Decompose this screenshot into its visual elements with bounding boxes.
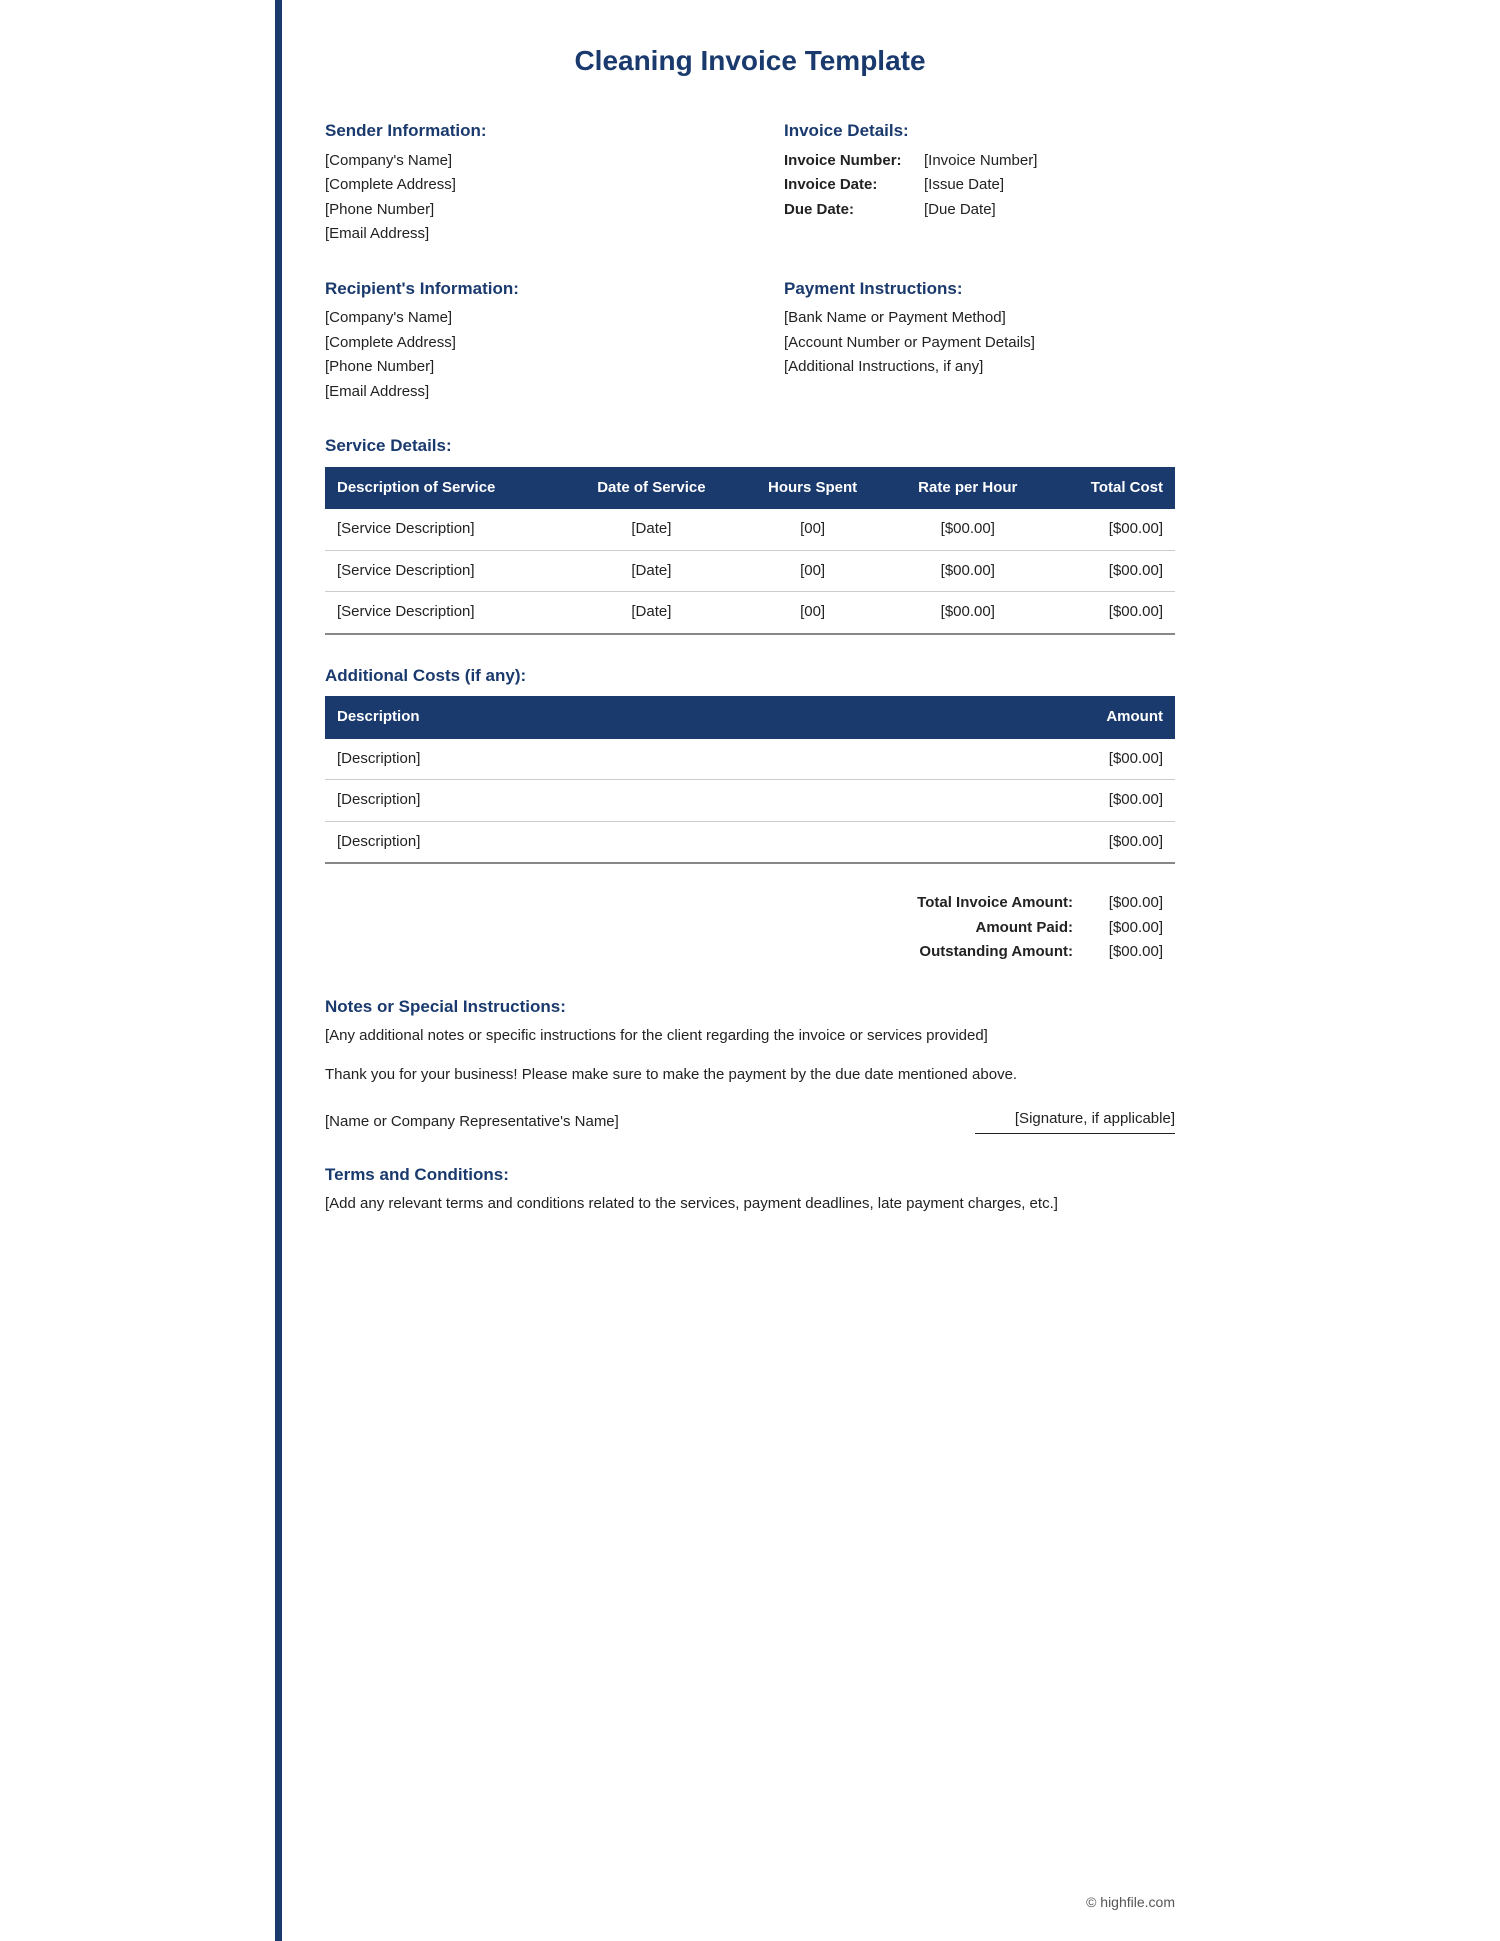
table-row: [Service Description] [Date] [00] [$00.0… [325, 509, 1175, 550]
total-invoice-value: [$00.00] [1093, 892, 1163, 915]
service-row2-rate: [$00.00] [887, 550, 1049, 592]
table-row: [Description] [$00.00] [325, 780, 1175, 822]
payment-bank: [Bank Name or Payment Method] [784, 307, 1175, 330]
service-row1-rate: [$00.00] [887, 509, 1049, 550]
notes-text: [Any additional notes or specific instru… [325, 1025, 1175, 1048]
service-col-description: Description of Service [325, 467, 564, 510]
invoice-details-heading: Invoice Details: [784, 118, 1175, 144]
total-invoice-label: Total Invoice Amount: [843, 892, 1073, 915]
recipient-email: [Email Address] [325, 381, 716, 404]
recipient-company: [Company's Name] [325, 307, 716, 330]
additional-col-amount: Amount [810, 696, 1175, 739]
additional-table-header-row: Description Amount [325, 696, 1175, 739]
invoice-details-section: Invoice Details: Invoice Number: [Invoic… [784, 118, 1175, 248]
service-row3-hours: [00] [738, 592, 887, 634]
terms-section: Terms and Conditions: [Add any relevant … [325, 1162, 1175, 1216]
thank-you-text: Thank you for your business! Please make… [325, 1064, 1175, 1087]
additional-table: Description Amount [Description] [$00.00… [325, 696, 1175, 864]
invoice-number-row: Invoice Number: [Invoice Number] [784, 150, 1175, 173]
service-table-header-row: Description of Service Date of Service H… [325, 467, 1175, 510]
table-row: [Description] [$00.00] [325, 821, 1175, 863]
signature-row: [Name or Company Representative's Name] … [325, 1108, 1175, 1134]
due-date-row: Due Date: [Due Date] [784, 199, 1175, 222]
sender-phone: [Phone Number] [325, 199, 716, 222]
service-row2-hours: [00] [738, 550, 887, 592]
recipient-address: [Complete Address] [325, 332, 716, 355]
invoice-number-label: Invoice Number: [784, 150, 914, 173]
totals-block: Total Invoice Amount: [$00.00] Amount Pa… [325, 892, 1175, 966]
notes-heading: Notes or Special Instructions: [325, 994, 1175, 1020]
outstanding-value: [$00.00] [1093, 941, 1163, 964]
service-row1-hours: [00] [738, 509, 887, 550]
page-title: Cleaning Invoice Template [325, 40, 1175, 82]
payment-account: [Account Number or Payment Details] [784, 332, 1175, 355]
additional-row3-amount: [$00.00] [810, 821, 1175, 863]
service-row2-total: [$00.00] [1049, 550, 1175, 592]
service-table: Description of Service Date of Service H… [325, 467, 1175, 635]
table-row: [Service Description] [Date] [00] [$00.0… [325, 550, 1175, 592]
service-col-total: Total Cost [1049, 467, 1175, 510]
service-row1-total: [$00.00] [1049, 509, 1175, 550]
amount-paid-label: Amount Paid: [843, 917, 1073, 940]
additional-col-description: Description [325, 696, 810, 739]
total-invoice-row: Total Invoice Amount: [$00.00] [843, 892, 1163, 915]
sender-section: Sender Information: [Company's Name] [Co… [325, 118, 716, 248]
service-row3-total: [$00.00] [1049, 592, 1175, 634]
invoice-number-value: [Invoice Number] [924, 150, 1037, 173]
service-details-heading: Service Details: [325, 433, 1175, 459]
terms-heading: Terms and Conditions: [325, 1162, 1175, 1188]
invoice-date-value: [Issue Date] [924, 174, 1004, 197]
additional-row1-desc: [Description] [325, 739, 810, 780]
service-row1-date: [Date] [564, 509, 738, 550]
notes-section: Notes or Special Instructions: [Any addi… [325, 994, 1175, 1087]
service-col-date: Date of Service [564, 467, 738, 510]
payment-section: Payment Instructions: [Bank Name or Paym… [784, 276, 1175, 406]
service-row3-desc: [Service Description] [325, 592, 564, 634]
terms-text: [Add any relevant terms and conditions r… [325, 1193, 1175, 1216]
additional-costs-heading: Additional Costs (if any): [325, 663, 1175, 689]
table-row: [Description] [$00.00] [325, 739, 1175, 780]
invoice-date-row: Invoice Date: [Issue Date] [784, 174, 1175, 197]
additional-row2-amount: [$00.00] [810, 780, 1175, 822]
signature-label: [Signature, if applicable] [975, 1108, 1175, 1134]
payment-instructions: [Additional Instructions, if any] [784, 356, 1175, 379]
additional-costs-section: Additional Costs (if any): Description A… [325, 663, 1175, 865]
service-row2-desc: [Service Description] [325, 550, 564, 592]
sender-company: [Company's Name] [325, 150, 716, 173]
additional-row3-desc: [Description] [325, 821, 810, 863]
payment-heading: Payment Instructions: [784, 276, 1175, 302]
sender-heading: Sender Information: [325, 118, 716, 144]
service-row3-rate: [$00.00] [887, 592, 1049, 634]
service-row3-date: [Date] [564, 592, 738, 634]
recipient-heading: Recipient's Information: [325, 276, 716, 302]
additional-row1-amount: [$00.00] [810, 739, 1175, 780]
table-row: [Service Description] [Date] [00] [$00.0… [325, 592, 1175, 634]
due-date-value: [Due Date] [924, 199, 996, 222]
service-details-section: Service Details: Description of Service … [325, 433, 1175, 635]
outstanding-label: Outstanding Amount: [843, 941, 1073, 964]
service-row2-date: [Date] [564, 550, 738, 592]
sender-address: [Complete Address] [325, 174, 716, 197]
footer: © highfile.com [1086, 1892, 1175, 1913]
amount-paid-value: [$00.00] [1093, 917, 1163, 940]
amount-paid-row: Amount Paid: [$00.00] [843, 917, 1163, 940]
invoice-date-label: Invoice Date: [784, 174, 914, 197]
rep-name: [Name or Company Representative's Name] [325, 1111, 619, 1134]
recipient-phone: [Phone Number] [325, 356, 716, 379]
sender-email: [Email Address] [325, 223, 716, 246]
service-row1-desc: [Service Description] [325, 509, 564, 550]
service-col-rate: Rate per Hour [887, 467, 1049, 510]
recipient-section: Recipient's Information: [Company's Name… [325, 276, 716, 406]
service-col-hours: Hours Spent [738, 467, 887, 510]
outstanding-row: Outstanding Amount: [$00.00] [843, 941, 1163, 964]
additional-row2-desc: [Description] [325, 780, 810, 822]
due-date-label: Due Date: [784, 199, 914, 222]
